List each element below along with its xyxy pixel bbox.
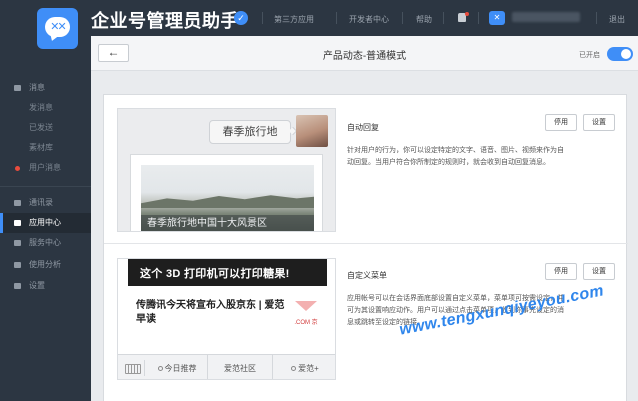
sidebar-item-app-center[interactable]: 应用中心	[0, 213, 91, 233]
toggle-knob	[621, 49, 631, 59]
custom-menu-settings-button[interactable]: 设置	[583, 263, 615, 280]
sidebar-item-label: 设置	[29, 281, 45, 290]
sidebar-item-contacts[interactable]: 通讯录	[0, 193, 91, 213]
page-header: ← 产品动态-普通模式 已开启	[91, 36, 638, 71]
service-icon	[14, 240, 21, 246]
notification-dot	[465, 12, 469, 16]
thumbnail-text: .COM 京	[294, 320, 318, 326]
menu-dot-icon	[291, 366, 297, 372]
sidebar-item-label: 消息	[29, 83, 45, 92]
keyword-bubble: 春季旅行地	[209, 120, 291, 144]
nav-divider	[478, 12, 479, 24]
sidebar-item-messages[interactable]: 消息	[0, 78, 91, 98]
settings-icon	[14, 283, 21, 289]
contacts-icon	[14, 200, 21, 206]
menu-item-label: 爱范社区	[224, 364, 256, 373]
sidebar-divider	[0, 186, 91, 187]
app-logo: ✕✕	[37, 8, 78, 49]
menu-item-community: 爱范社区	[208, 355, 273, 379]
auto-reply-preview: 春季旅行地 春季旅行地中国十大风景区	[117, 108, 336, 232]
app-center-icon	[14, 220, 21, 226]
feature-name-custom-menu: 自定义菜单	[347, 271, 387, 280]
enabled-label: 已开启	[579, 52, 600, 59]
menu-item-ifanr-plus: 爱范+	[273, 355, 335, 379]
feature-divider	[104, 243, 628, 244]
top-bar: 企业号管理员助手 ✓ 第三方应用 开发者中心 帮助 ✕ 退出	[0, 0, 638, 36]
sidebar-item-label: 使用分析	[29, 260, 61, 269]
sidebar-item-label: 发消息	[29, 103, 53, 112]
app-title: 企业号管理员助手	[91, 11, 239, 31]
nav-divider	[336, 12, 337, 24]
sidebar-item-sent[interactable]: 已发送	[0, 118, 91, 138]
feature-name-auto-reply: 自动回复	[347, 123, 379, 132]
news-image: 春季旅行地中国十大风景区	[141, 165, 314, 231]
nav-help[interactable]: 帮助	[416, 14, 432, 25]
news-caption: 春季旅行地中国十大风景区	[141, 215, 314, 231]
sidebar-item-analytics[interactable]: 使用分析	[0, 255, 91, 275]
landscape-hills	[141, 195, 314, 208]
banner-text: 这个 3D 打印机可以打印糖果!	[140, 268, 290, 280]
message-icon	[14, 85, 21, 91]
sidebar-item-material-library[interactable]: 素材库	[0, 138, 91, 158]
sidebar-item-send-message[interactable]: 发消息	[0, 98, 91, 118]
sidebar-item-label: 素材库	[29, 143, 53, 152]
account-name[interactable]	[512, 12, 580, 22]
article-item: 传腾讯今天将宣布入股京东 | 爱范早读 .COM 京	[128, 299, 328, 331]
chat-bubble-icon: ✕✕	[45, 17, 70, 37]
nav-developer-center[interactable]: 开发者中心	[349, 14, 389, 25]
menu-item-label: 今日推荐	[164, 364, 197, 373]
logout-link[interactable]: 退出	[609, 14, 625, 25]
sidebar-item-settings[interactable]: 设置	[0, 276, 91, 296]
sidebar-item-user-messages[interactable]: 用户消息	[0, 158, 91, 178]
feature-desc-auto-reply: 针对用户的行为，你可以设定特定的文字、语音、图片、视频来作为自动回复。当用户符合…	[347, 147, 564, 166]
menu-item-label: 爱范+	[298, 364, 319, 373]
banner-image: 这个 3D 打印机可以打印糖果!	[128, 259, 327, 286]
sidebar: 消息 发消息 已发送 素材库 用户消息 通讯录 应用中心 服务中心 使用分析 设…	[0, 36, 91, 401]
nav-divider	[262, 12, 263, 24]
nav-divider	[402, 12, 403, 24]
auto-reply-disable-button[interactable]: 停用	[545, 114, 577, 131]
sidebar-item-label: 用户消息	[29, 163, 61, 172]
custom-menu-preview: 这个 3D 打印机可以打印糖果! 传腾讯今天将宣布入股京东 | 爱范早读 .CO…	[117, 258, 336, 380]
menu-item-today-recommend: 今日推荐	[147, 355, 208, 379]
article-thumbnail: .COM 京	[288, 299, 324, 327]
page-title: 产品动态-普通模式	[322, 51, 407, 62]
enabled-toggle[interactable]	[607, 47, 633, 61]
thumbnail-graphic	[295, 301, 317, 311]
verified-icon: ✓	[234, 11, 248, 25]
auto-reply-settings-button[interactable]: 设置	[583, 114, 615, 131]
features-panel: 春季旅行地 春季旅行地中国十大风景区 自动回复 针对用户的行为，你可以设定特定的…	[103, 94, 628, 401]
sidebar-item-label: 服务中心	[29, 238, 61, 247]
sidebar-item-label: 通讯录	[29, 198, 53, 207]
analytics-icon	[14, 262, 21, 268]
nav-divider	[596, 12, 597, 24]
custom-menu-disable-button[interactable]: 停用	[545, 263, 577, 280]
avatar[interactable]: ✕	[489, 11, 505, 25]
news-card: 春季旅行地中国十大风景区	[130, 154, 323, 231]
user-avatar	[296, 115, 328, 147]
unread-dot	[15, 166, 20, 171]
menu-dot-icon	[157, 366, 163, 372]
nav-divider	[443, 12, 444, 24]
nav-third-party-apps[interactable]: 第三方应用	[274, 14, 314, 25]
custom-menu-bar: 今日推荐 爱范社区 爱范+	[118, 354, 335, 379]
sidebar-item-service-center[interactable]: 服务中心	[0, 233, 91, 253]
sidebar-item-label: 应用中心	[29, 218, 61, 227]
keyboard-icon	[123, 360, 145, 376]
article-title: 传腾讯今天将宣布入股京东 | 爱范早读	[136, 300, 285, 325]
sidebar-item-label: 已发送	[29, 123, 53, 132]
